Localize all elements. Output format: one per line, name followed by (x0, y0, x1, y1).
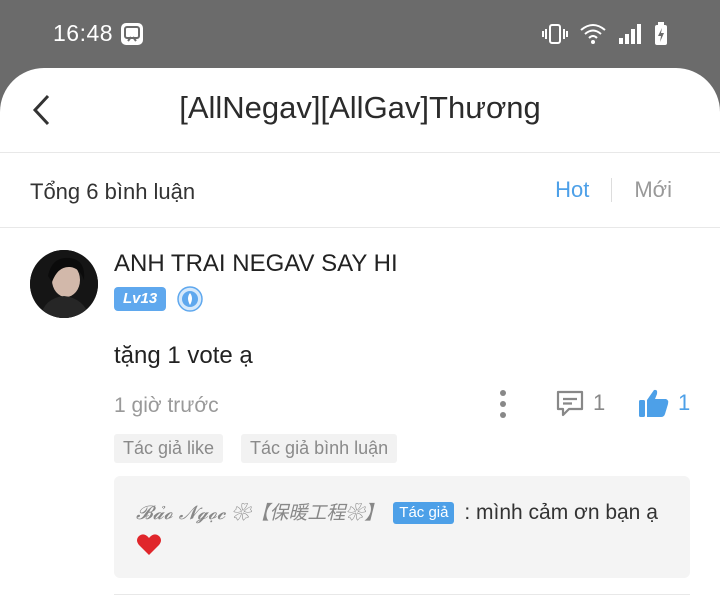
status-time: 16:48 (53, 20, 114, 46)
comment-sheet: [AllNegav][AllGav]Thương Tổng 6 bình luậ… (0, 68, 720, 596)
more-options-icon[interactable] (492, 388, 514, 420)
comment-text: tặng 1 vote ạ (114, 342, 253, 369)
comment-time: 1 giờ trước (114, 394, 219, 417)
heart-emoji-icon (137, 534, 161, 555)
tag-author-comment: Tác giả bình luận (241, 434, 398, 463)
like-button[interactable]: 1 (638, 388, 690, 418)
like-count: 1 (678, 390, 691, 415)
notification-app-icon (121, 23, 143, 45)
comment-count-bar: Tổng 6 bình luận Hot Mới (0, 153, 720, 228)
avatar[interactable] (30, 250, 98, 318)
reply-button[interactable]: 1 (555, 388, 605, 418)
tag-author-like: Tác giả like (114, 434, 224, 463)
comment-item: ANH TRAI NEGAV SAY HI Lv13 tặng 1 vote ạ… (0, 228, 720, 596)
reply-comment-icon (556, 390, 584, 417)
signal-icon (619, 24, 641, 44)
author-badge: Tác giả (393, 502, 455, 524)
divider (114, 594, 690, 595)
sort-new-tab[interactable]: Mới (634, 177, 672, 203)
status-bar: 16:48 (0, 0, 720, 68)
username[interactable]: ANH TRAI NEGAV SAY HI (114, 250, 398, 278)
avatar-image (30, 250, 98, 318)
header: [AllNegav][AllGav]Thương (0, 68, 720, 153)
reply-separator: : (464, 501, 471, 524)
sort-hot-tab[interactable]: Hot (555, 177, 589, 203)
comment-count: Tổng 6 bình luận (30, 179, 196, 204)
vibrate-icon (542, 24, 568, 44)
sort-divider (611, 178, 613, 202)
wifi-icon (580, 24, 606, 44)
sort-switcher: Hot Mới (555, 177, 672, 203)
battery-charging-icon (655, 22, 667, 45)
level-badge: Lv13 (114, 287, 167, 311)
user-badges: Lv13 (114, 286, 203, 312)
comment-tags: Tác giả like Tác giả bình luận (114, 434, 398, 463)
medal-badge-icon (177, 286, 203, 312)
thumbs-up-icon (639, 389, 669, 417)
page-title: [AllNegav][AllGav]Thương (179, 90, 541, 125)
reply-author-name[interactable]: 𝓑𝓪̉𝓸 𝓝𝓰𝓸̣𝓬 ❀【保暖工程❀】 (136, 502, 383, 524)
reply-count: 1 (593, 390, 606, 415)
reply-preview[interactable]: 𝓑𝓪̉𝓸 𝓝𝓰𝓸̣𝓬 ❀【保暖工程❀】 Tác giả : mình cảm ơ… (114, 476, 690, 578)
reply-text: mình cảm ơn bạn ạ (476, 501, 658, 524)
reply-line: 𝓑𝓪̉𝓸 𝓝𝓰𝓸̣𝓬 ❀【保暖工程❀】 Tác giả : mình cảm ơ… (136, 498, 672, 556)
